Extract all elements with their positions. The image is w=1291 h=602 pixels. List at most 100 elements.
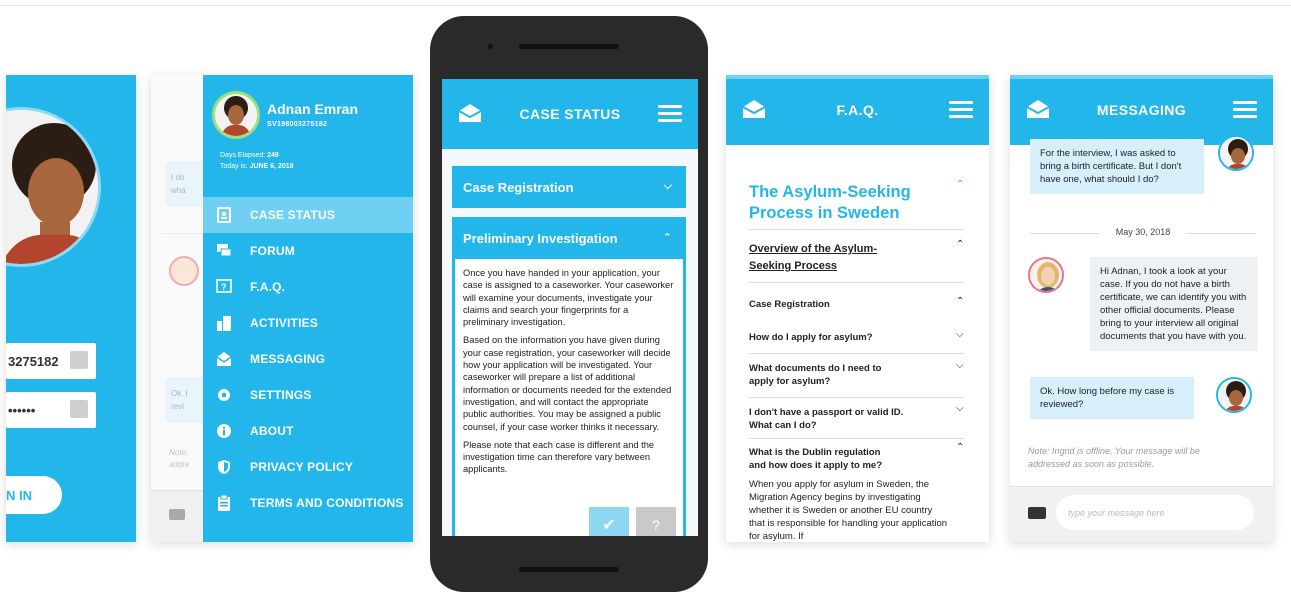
password-field[interactable]: ••••••	[6, 392, 96, 428]
envelope-icon	[215, 350, 233, 368]
faq-q-documents[interactable]: What documents do I need to apply for as…	[749, 362, 889, 388]
today-label: Today is:	[220, 163, 248, 170]
menu-item-forum[interactable]: FORUM	[203, 233, 413, 269]
envelope-logo-icon[interactable]	[458, 103, 482, 126]
message-sent: Ok. How long before my case is reviewed?	[1030, 377, 1194, 419]
menu-item-label: ABOUT	[250, 424, 294, 438]
faq-screen: F.A.Q. The Asylum-Seeking Process in Swe…	[726, 75, 989, 542]
clipboard-icon	[215, 494, 233, 512]
menu-item-messaging[interactable]: MESSAGING	[203, 341, 413, 377]
id-card-icon	[215, 206, 233, 224]
menu-item-activities[interactable]: ACTIVITIES	[203, 305, 413, 341]
faq-question-label: I don't have a passport or valid ID. Wha…	[749, 407, 904, 431]
faq-q-apply[interactable]: How do I apply for asylum?	[749, 331, 965, 344]
faq-question-label: What is the Dublin regulation and how do…	[749, 447, 883, 471]
menu-item-label: ACTIVITIES	[250, 316, 319, 330]
message-input[interactable]: type your message here	[1056, 495, 1254, 530]
checkmark-icon: ✔	[602, 517, 616, 534]
days-elapsed-value: 249	[267, 152, 279, 159]
faq-overview[interactable]: Overview of the Asylum-Seeking Process	[749, 241, 899, 275]
password-value: ••••••	[8, 402, 36, 418]
accordion-preliminary-investigation[interactable]: Preliminary Investigation ⌃	[452, 217, 686, 259]
envelope-logo-icon[interactable]	[1026, 99, 1050, 122]
hamburger-menu-icon[interactable]	[949, 101, 973, 119]
help-button[interactable]: ?	[636, 507, 676, 536]
bottom-speaker	[519, 567, 619, 572]
keyboard-icon[interactable]	[169, 509, 185, 520]
keyboard-icon[interactable]	[1028, 507, 1046, 519]
phone-frame: CASE STATUS Case Registration ⌵ Prelimin…	[430, 16, 708, 592]
faq-heading: The Asylum-Seeking Process in Sweden	[749, 183, 911, 222]
envelope-logo-icon[interactable]	[742, 99, 766, 122]
menu-item-settings[interactable]: SETTINGS	[203, 377, 413, 413]
accordion-title: Case Registration	[463, 179, 574, 195]
avatar-user	[1218, 135, 1254, 171]
chevron-down-icon[interactable]: ⌵	[956, 403, 964, 414]
menu-item-faq[interactable]: ? F.A.Q.	[203, 269, 413, 305]
chevron-up-icon[interactable]: ⌃	[956, 296, 964, 307]
login-screen: 3275182 •••••• N IN	[6, 75, 136, 542]
page-title: MESSAGING	[1096, 102, 1187, 118]
gear-icon	[215, 386, 233, 404]
date-divider-line	[1186, 233, 1256, 234]
divider	[749, 282, 965, 283]
side-menu: Adnan Emran SV198003275182 Days Elapsed:…	[203, 75, 413, 542]
sign-in-button[interactable]: N IN	[6, 476, 62, 514]
divider	[749, 397, 965, 398]
hamburger-menu-icon[interactable]	[1233, 101, 1257, 119]
days-elapsed-label: Days Elapsed:	[220, 152, 266, 159]
hamburger-menu-icon[interactable]	[658, 105, 682, 123]
menu-item-label: MESSAGING	[250, 352, 326, 366]
days-elapsed: Days Elapsed: 249	[220, 152, 279, 159]
today-date: Today is: JUNE 6, 2018	[220, 163, 294, 170]
username-value: 3275182	[8, 353, 59, 369]
menu-item-label: F.A.Q.	[250, 280, 286, 294]
menu-item-case-status[interactable]: CASE STATUS	[203, 197, 413, 233]
menu-item-about[interactable]: ABOUT	[203, 413, 413, 449]
chevron-down-icon[interactable]: ⌵	[956, 329, 964, 340]
header-top-band	[726, 75, 989, 79]
accordion-content: Once you have handed in your application…	[452, 259, 686, 536]
confirm-button[interactable]: ✔	[589, 507, 629, 536]
offline-note-partial: Note: addre	[169, 448, 190, 469]
menu-item-label: FORUM	[250, 244, 295, 258]
chevron-down-icon: ⌵	[663, 180, 672, 192]
message-sent: For the interview, I was asked to bring …	[1030, 139, 1204, 194]
chevron-down-icon[interactable]: ⌵	[956, 360, 964, 371]
menu-item-privacy-policy[interactable]: PRIVACY POLICY	[203, 449, 413, 485]
menu-item-terms[interactable]: TERMS AND CONDITIONS	[203, 485, 413, 521]
divider	[749, 229, 965, 230]
header-top-band	[1010, 75, 1273, 79]
message-bubble-partial: Ok. l revi	[165, 377, 205, 423]
building-icon	[215, 314, 233, 332]
faq-answer: When you apply for asylum in Sweden, the…	[749, 479, 948, 542]
faq-overview-label: Overview of the Asylum-Seeking Process	[749, 243, 877, 272]
offline-note: Note: Ingrid is offline. Your message wi…	[1028, 446, 1200, 469]
case-status-screen: CASE STATUS Case Registration ⌵ Prelimin…	[442, 79, 698, 536]
faq-q-passport[interactable]: I don't have a passport or valid ID. Wha…	[749, 406, 919, 432]
chevron-up-icon[interactable]: ⌃	[956, 442, 964, 453]
faq-question-label: What documents do I need to apply for as…	[749, 363, 882, 387]
date-separator: May 30, 2018	[1115, 227, 1171, 237]
divider	[161, 233, 205, 234]
paragraph: Once you have handed in your application…	[463, 268, 674, 328]
shield-icon	[215, 458, 233, 476]
chevron-up-icon[interactable]: ⌃	[956, 239, 964, 250]
accordion-case-registration[interactable]: Case Registration ⌵	[452, 166, 686, 208]
app-header: CASE STATUS	[442, 79, 698, 149]
svg-text:?: ?	[221, 282, 227, 292]
faq-case-registration[interactable]: Case Registration	[749, 298, 965, 311]
accordion-title: Preliminary Investigation	[463, 230, 618, 246]
menu-item-label: CASE STATUS	[250, 208, 336, 222]
paragraph: Please note that each case is different …	[463, 439, 655, 475]
user-icon	[70, 351, 88, 369]
username-field[interactable]: 3275182	[6, 343, 96, 379]
faq-q-dublin[interactable]: What is the Dublin regulation and how do…	[749, 446, 899, 472]
chevron-up-icon[interactable]: ⌃	[956, 179, 964, 190]
menu-item-label: SETTINGS	[250, 388, 312, 402]
top-divider	[0, 5, 1291, 6]
today-value: JUNE 6, 2018	[249, 163, 294, 170]
chevron-up-icon: ⌃	[662, 232, 672, 244]
menu-item-label: TERMS AND CONDITIONS	[250, 496, 404, 510]
faq-section-label: Case Registration	[749, 299, 830, 310]
